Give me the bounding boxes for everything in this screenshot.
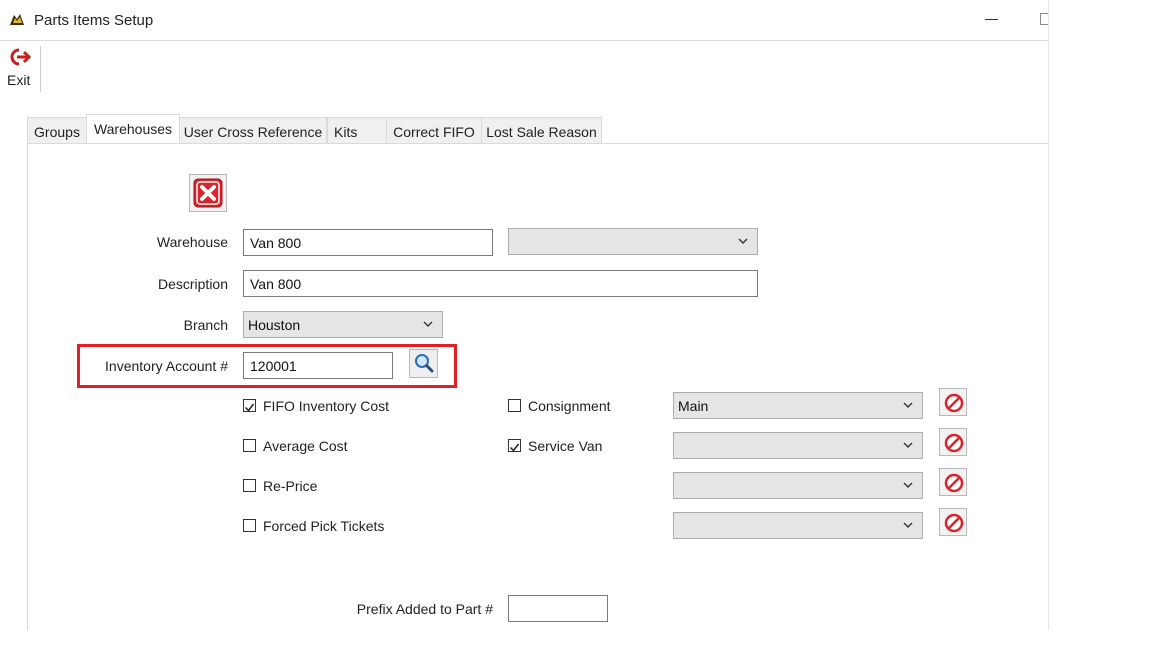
warehouse-input[interactable]: [243, 229, 493, 256]
no-symbol-icon: [944, 393, 964, 413]
average-cost-label: Average Cost: [263, 438, 348, 454]
re-price-checkbox[interactable]: Re-Price: [243, 478, 423, 496]
clear-forced-pick-button[interactable]: [939, 508, 967, 536]
chevron-down-icon: [422, 317, 434, 329]
checkbox-box: [508, 399, 521, 412]
consignment-label: Consignment: [528, 398, 611, 414]
forced-pick-tickets-checkbox[interactable]: Forced Pick Tickets: [243, 518, 423, 536]
tab-warehouses[interactable]: Warehouses: [86, 114, 180, 144]
delete-x-icon: [193, 178, 223, 211]
branch-dropdown[interactable]: Houston: [243, 311, 443, 338]
exit-icon: [9, 48, 32, 69]
minimize-button[interactable]: [985, 19, 998, 20]
delete-warehouse-button[interactable]: [189, 174, 227, 212]
exit-label: Exit: [7, 72, 31, 88]
tab-correct-fifo[interactable]: Correct FIFO: [386, 117, 482, 143]
app-logo-icon: [8, 11, 26, 29]
app-window: Parts Items Setup Exit Groups Warehouses…: [0, 0, 1049, 630]
window-title: Parts Items Setup: [34, 12, 154, 29]
consignment-dropdown[interactable]: Main: [673, 392, 923, 419]
forced-pick-tickets-label: Forced Pick Tickets: [263, 518, 385, 534]
checkbox-box: [243, 519, 256, 532]
tab-user-cross-reference[interactable]: User Cross Reference: [179, 117, 327, 143]
warehouse-dropdown[interactable]: [508, 228, 758, 255]
chevron-down-icon: [902, 398, 914, 410]
checkbox-box: [243, 479, 256, 492]
re-price-label: Re-Price: [263, 478, 318, 494]
clear-re-price-button[interactable]: [939, 468, 967, 496]
tab-lost-sale-reason[interactable]: Lost Sale Reason: [481, 117, 602, 143]
prefix-label: Prefix Added to Part #: [356, 601, 493, 617]
maximize-button[interactable]: [1040, 13, 1048, 25]
branch-dropdown-value: Houston: [248, 317, 301, 333]
clear-consignment-button[interactable]: [939, 388, 967, 416]
fifo-inventory-cost-label: FIFO Inventory Cost: [263, 398, 390, 414]
checkbox-box: [508, 439, 521, 452]
checkbox-box: [243, 439, 256, 452]
tab-kits[interactable]: Kits: [327, 117, 387, 143]
chevron-down-icon: [902, 438, 914, 450]
tab-groups[interactable]: Groups: [27, 117, 87, 143]
average-cost-checkbox[interactable]: Average Cost: [243, 438, 423, 456]
consignment-checkbox[interactable]: Consignment: [508, 398, 648, 416]
warehouse-label: Warehouse: [156, 234, 228, 250]
description-label: Description: [157, 276, 228, 292]
clear-service-van-button[interactable]: [939, 428, 967, 456]
fifo-inventory-cost-checkbox[interactable]: FIFO Inventory Cost: [243, 398, 423, 416]
toolbar: [0, 41, 1048, 93]
no-symbol-icon: [944, 473, 964, 493]
highlight-box: [77, 344, 457, 388]
consignment-dropdown-value: Main: [678, 398, 709, 414]
service-van-checkbox[interactable]: Service Van: [508, 438, 648, 456]
re-price-dropdown[interactable]: [673, 472, 923, 499]
toolbar-separator: [40, 46, 41, 92]
title-bar: Parts Items Setup: [0, 0, 1048, 41]
chevron-down-icon: [737, 234, 749, 246]
branch-label: Branch: [183, 317, 228, 333]
service-van-dropdown[interactable]: [673, 432, 923, 459]
no-symbol-icon: [944, 513, 964, 533]
chevron-down-icon: [902, 478, 914, 490]
prefix-input[interactable]: [508, 595, 608, 622]
no-symbol-icon: [944, 433, 964, 453]
checkbox-box: [243, 399, 256, 412]
forced-pick-dropdown[interactable]: [673, 512, 923, 539]
chevron-down-icon: [902, 518, 914, 530]
service-van-label: Service Van: [528, 438, 603, 454]
description-input[interactable]: [243, 270, 758, 297]
